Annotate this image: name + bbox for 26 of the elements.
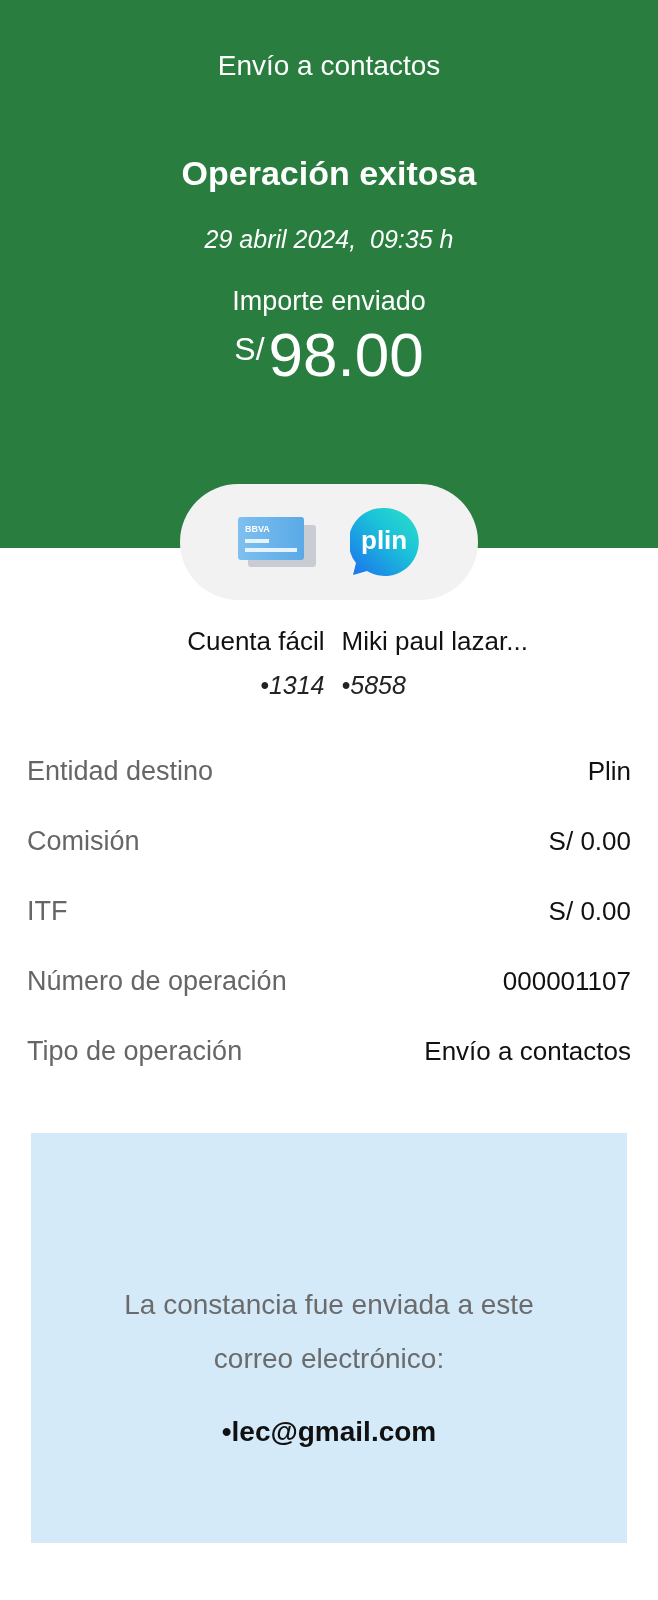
currency-symbol: S/ — [234, 331, 265, 368]
bank-logo-text: BBVA — [245, 525, 270, 534]
recipient-name: Miki paul lazar... — [341, 626, 528, 657]
detail-value: Envío a contactos — [424, 1036, 631, 1067]
detail-value: S/ 0.00 — [548, 826, 631, 857]
detail-value: Plin — [587, 756, 631, 787]
detail-label: ITF — [27, 896, 68, 927]
page-title: Envío a contactos — [217, 50, 441, 82]
account-number: •1314 — [260, 671, 325, 700]
recipient-number: •5858 — [341, 671, 406, 700]
detail-value: S/ 0.00 — [548, 896, 631, 927]
detail-label: Tipo de operación — [27, 1036, 243, 1067]
account-name: Cuenta fácil — [187, 626, 325, 657]
detail-value: 000001107 — [502, 966, 631, 997]
detail-label: Entidad destino — [27, 756, 214, 787]
bank-card-icon — [238, 517, 316, 567]
detail-label: Comisión — [27, 826, 140, 857]
amount-label: Importe enviado — [232, 286, 426, 317]
email-address: •lec@gmail.com — [221, 1416, 437, 1448]
wallet-logo-text: plin — [361, 527, 408, 553]
status-title: Operación exitosa — [181, 154, 477, 193]
date-time: 29 abril 2024, 09:35 h — [204, 225, 454, 254]
chat-bubble-icon — [350, 507, 420, 577]
amount-value: 98.00 — [268, 321, 424, 390]
detail-label: Número de operación — [27, 966, 287, 997]
notice-message: La constancia fue enviada a este correo electrónico: — [123, 1288, 535, 1376]
